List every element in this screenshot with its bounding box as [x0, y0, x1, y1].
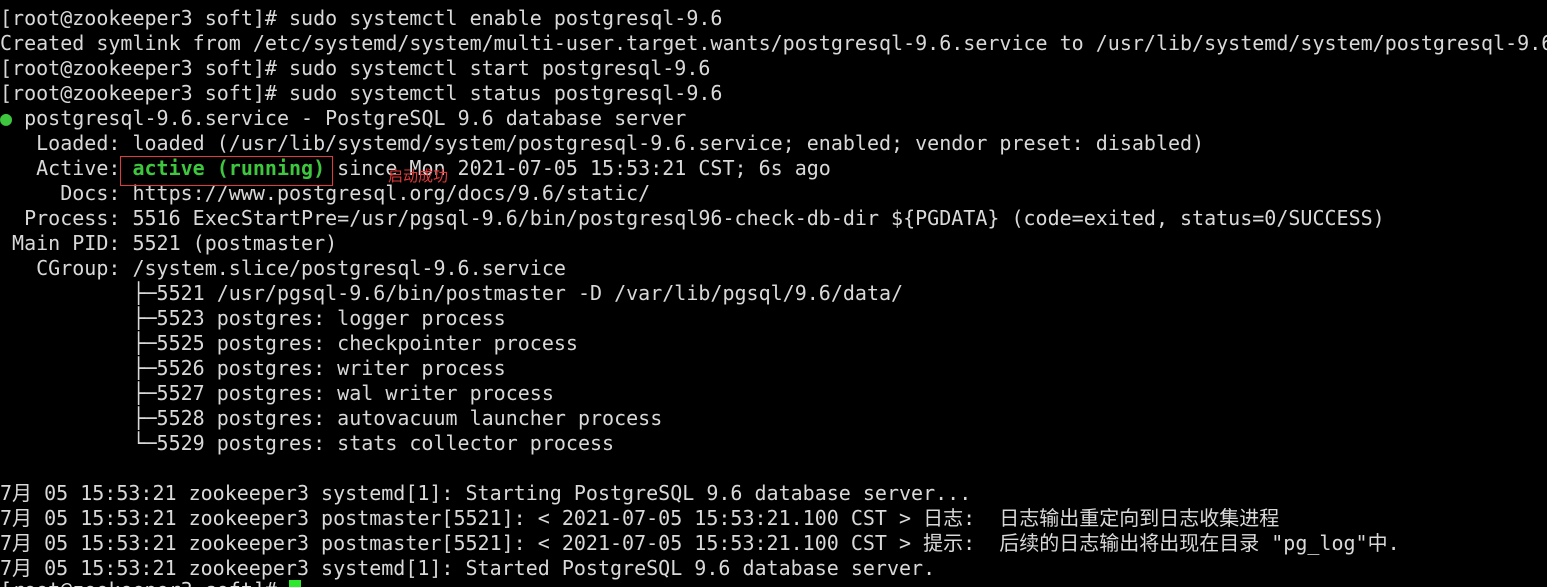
shell-prompt-line[interactable]: [root@zookeeper3 soft]#: [0, 578, 301, 587]
journal-log-line: 7月 05 15:53:21 zookeeper3 systemd[1]: St…: [0, 481, 972, 505]
cgroup-tree-item: ├─5521 /usr/pgsql-9.6/bin/postmaster -D …: [0, 281, 904, 305]
loaded-line: Loaded: loaded (/usr/lib/systemd/system/…: [0, 131, 1205, 155]
cgroup-tree-item: ├─5526 postgres: writer process: [0, 356, 506, 380]
main-pid-line: Main PID: 5521 (postmaster): [0, 231, 338, 255]
command-line-start: [root@zookeeper3 soft]# sudo systemctl s…: [0, 56, 711, 80]
journal-log-line: 7月 05 15:53:21 zookeeper3 postmaster[552…: [0, 531, 1400, 555]
annotation-highlight-box: [120, 156, 333, 186]
status-dot-icon: ●: [0, 106, 13, 130]
process-line: Process: 5516 ExecStartPre=/usr/pgsql-9.…: [0, 206, 1385, 230]
text-cursor: [288, 580, 301, 587]
service-header-text: postgresql-9.6.service - PostgreSQL 9.6 …: [12, 106, 687, 130]
cgroup-tree-item: └─5529 postgres: stats collector process: [0, 431, 615, 455]
cgroup-tree-item: ├─5523 postgres: logger process: [0, 306, 506, 330]
service-header-line: ● postgresql-9.6.service - PostgreSQL 9.…: [0, 106, 686, 131]
command-line-status: [root@zookeeper3 soft]# sudo systemctl s…: [0, 81, 723, 105]
active-label: Active:: [0, 156, 133, 180]
annotation-label: 启动成功: [388, 167, 449, 185]
symlink-output-line: Created symlink from /etc/systemd/system…: [0, 31, 1547, 55]
cgroup-tree-item: ├─5527 postgres: wal writer process: [0, 381, 554, 405]
cgroup-line: CGroup: /system.slice/postgresql-9.6.ser…: [0, 256, 566, 280]
terminal-window[interactable]: [root@zookeeper3 soft]# sudo systemctl e…: [0, 0, 1547, 587]
shell-prompt: [root@zookeeper3 soft]#: [0, 578, 289, 587]
command-line-enable: [root@zookeeper3 soft]# sudo systemctl e…: [0, 6, 723, 30]
cgroup-tree-item: ├─5525 postgres: checkpointer process: [0, 331, 578, 355]
cgroup-tree-item: ├─5528 postgres: autovacuum launcher pro…: [0, 406, 663, 430]
journal-log-line: 7月 05 15:53:21 zookeeper3 postmaster[552…: [0, 506, 1280, 530]
